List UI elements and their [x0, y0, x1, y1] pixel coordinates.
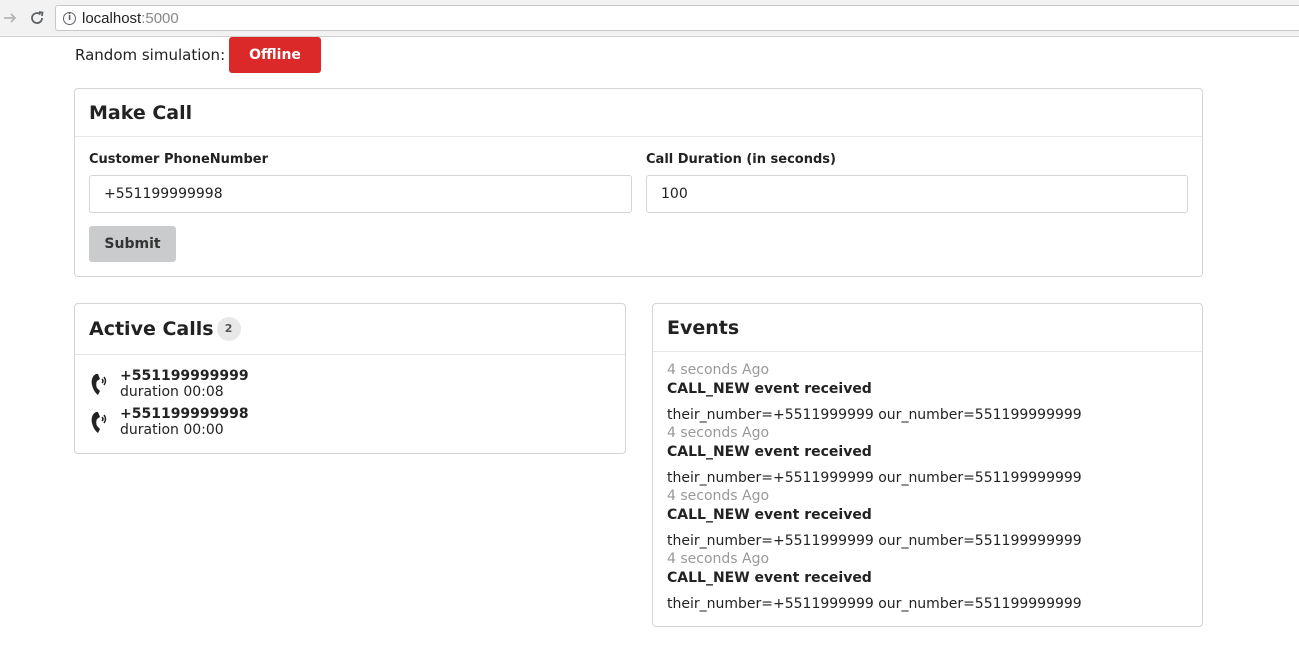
- event-title: CALL_NEW event received: [667, 507, 872, 523]
- event-detail: their_number=+5511999999 our_number=5511…: [667, 470, 1082, 486]
- active-calls-count-badge: 2: [216, 317, 241, 341]
- event-item: 4 seconds Ago CALL_NEW event received th…: [667, 361, 1082, 424]
- forward-arrow-icon[interactable]: [0, 8, 20, 28]
- call-number: +551199999998: [120, 406, 249, 422]
- url-port: :5000: [141, 9, 179, 27]
- call-number: +551199999999: [120, 368, 249, 384]
- simulation-toggle-button[interactable]: Offline: [229, 37, 321, 73]
- active-calls-list: +551199999999 duration 00:08 +5511999999…: [89, 368, 249, 444]
- event-detail: their_number=+5511999999 our_number=5511…: [667, 407, 1082, 423]
- url-host: localhost: [82, 9, 142, 27]
- active-calls-card: Active Calls 2 +551199999999 duration 00…: [74, 303, 626, 454]
- call-item[interactable]: +551199999999 duration 00:08: [89, 368, 249, 406]
- event-title: CALL_NEW event received: [667, 570, 872, 586]
- browser-toolbar: i localhost:5000: [0, 0, 1299, 37]
- events-list: 4 seconds Ago CALL_NEW event received th…: [667, 361, 1082, 613]
- call-item[interactable]: +551199999998 duration 00:00: [89, 406, 249, 444]
- make-call-card: Make Call Customer PhoneNumber Call Dura…: [74, 88, 1203, 277]
- info-icon[interactable]: i: [63, 11, 76, 25]
- simulation-row: Random simulation: Offline: [75, 37, 321, 73]
- reload-icon[interactable]: [27, 8, 47, 28]
- phone-icon: [89, 368, 109, 400]
- event-time: 4 seconds Ago: [667, 551, 770, 567]
- call-duration-input[interactable]: [646, 175, 1188, 213]
- event-time: 4 seconds Ago: [667, 362, 770, 378]
- event-item: 4 seconds Ago CALL_NEW event received th…: [667, 550, 1082, 613]
- event-time: 4 seconds Ago: [667, 425, 770, 441]
- active-calls-title: Active Calls: [89, 318, 214, 340]
- event-detail: their_number=+5511999999 our_number=5511…: [667, 596, 1082, 612]
- phone-number-label: Customer PhoneNumber: [89, 152, 268, 167]
- event-item: 4 seconds Ago CALL_NEW event received th…: [667, 487, 1082, 550]
- events-card: Events 4 seconds Ago CALL_NEW event rece…: [652, 303, 1203, 627]
- active-calls-header: Active Calls 2: [75, 304, 625, 355]
- phone-icon: [89, 406, 109, 438]
- event-time: 4 seconds Ago: [667, 488, 770, 504]
- event-item: 4 seconds Ago CALL_NEW event received th…: [667, 424, 1082, 487]
- address-bar[interactable]: i localhost:5000: [55, 5, 1299, 31]
- event-title: CALL_NEW event received: [667, 444, 872, 460]
- simulation-label: Random simulation:: [75, 46, 226, 64]
- event-detail: their_number=+5511999999 our_number=5511…: [667, 533, 1082, 549]
- events-title: Events: [653, 304, 1202, 352]
- call-duration: duration 00:00: [120, 422, 224, 438]
- call-duration: duration 00:08: [120, 384, 224, 400]
- call-duration-label: Call Duration (in seconds): [646, 152, 836, 167]
- event-title: CALL_NEW event received: [667, 381, 872, 397]
- make-call-title: Make Call: [75, 89, 1202, 137]
- phone-number-input[interactable]: [89, 175, 632, 213]
- submit-button[interactable]: Submit: [89, 226, 176, 262]
